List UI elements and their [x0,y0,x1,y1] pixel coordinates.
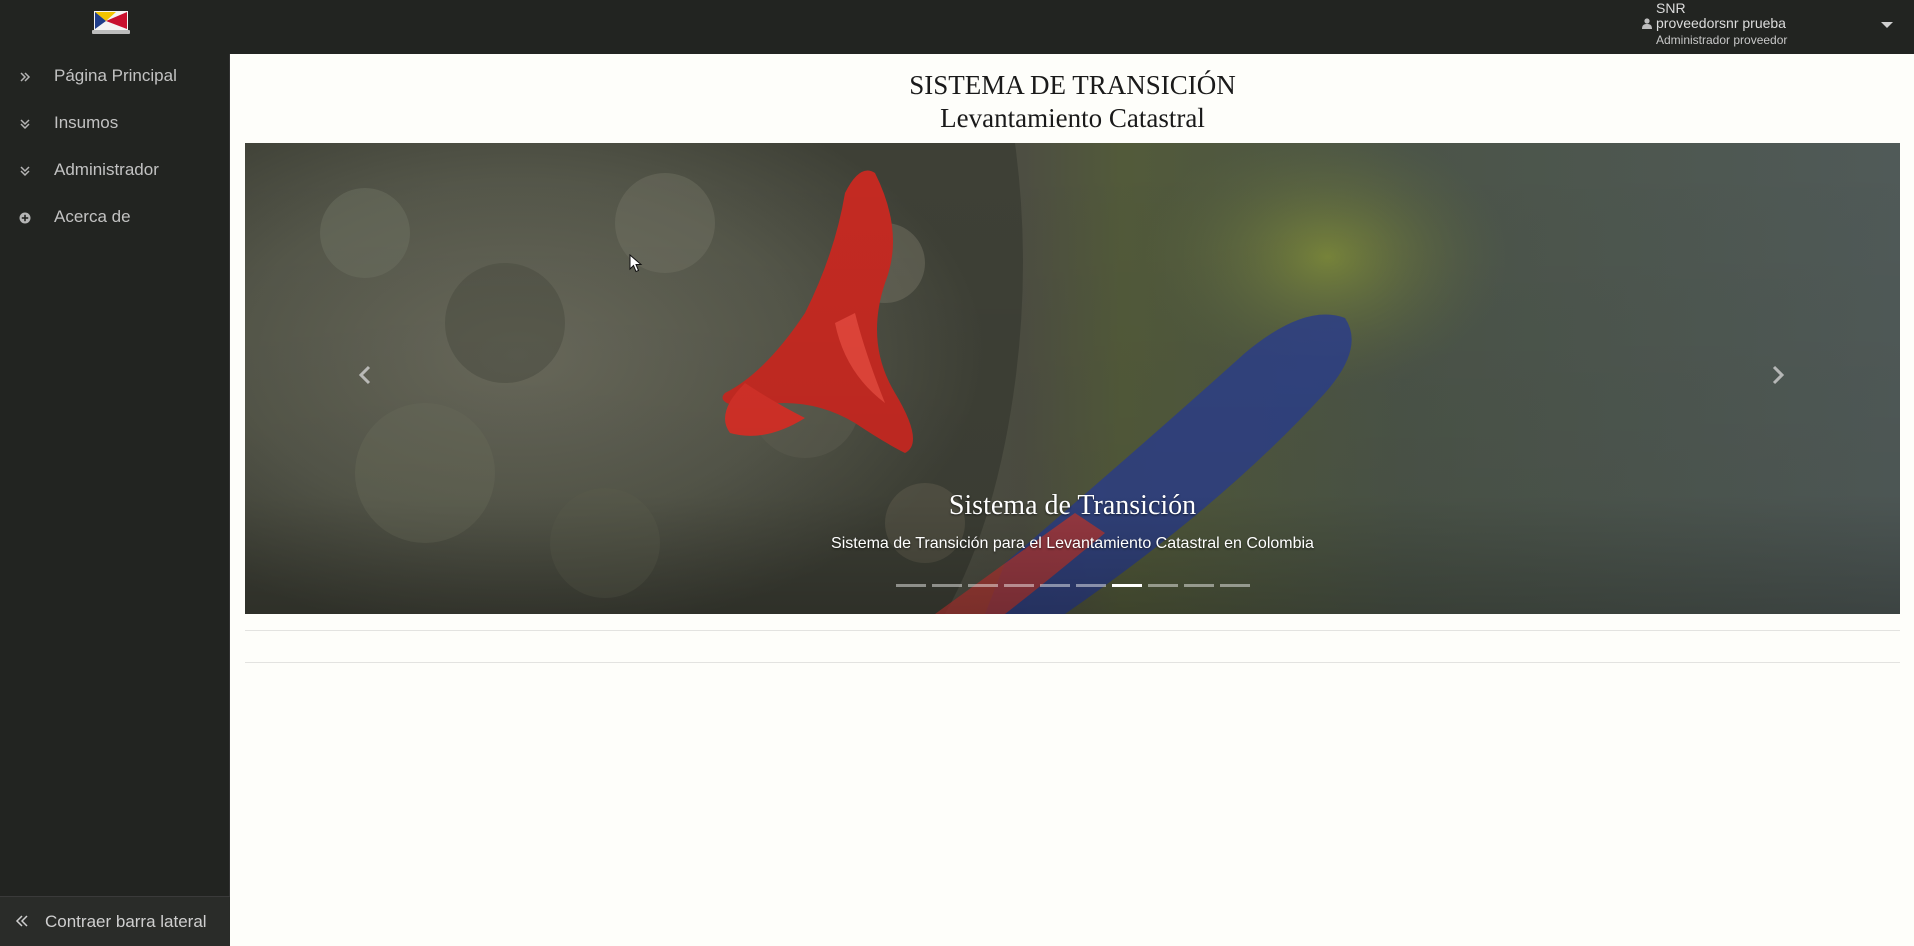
main-content: SISTEMA DE TRANSICIÓN Levantamiento Cata… [231,54,1914,946]
divider [245,630,1900,631]
sidebar: Página Principal Insumos Administrador A… [0,54,230,946]
collapse-sidebar-button[interactable]: Contraer barra lateral [0,896,230,946]
plus-circle-icon [19,212,31,224]
carousel-indicator[interactable] [1076,584,1106,587]
page-subtitle: Levantamiento Catastral [940,103,1205,133]
top-bar: SNR proveedorsnr prueba Administrador pr… [0,0,1914,54]
user-name-row: proveedorsnr prueba [1642,15,1786,31]
double-chevron-left-icon [15,915,28,927]
carousel-indicator[interactable] [1184,584,1214,587]
sidebar-item-label: Insumos [54,113,119,132]
chevron-right-icon[interactable] [1768,363,1788,387]
user-menu[interactable]: SNR proveedorsnr prueba Administrador pr… [1642,0,1902,54]
sidebar-item-insumos[interactable]: Insumos [0,101,230,147]
user-icon [1642,18,1652,29]
mouse-cursor-icon [629,254,643,273]
sidebar-item-acerca-de[interactable]: Acerca de [0,195,230,241]
page-title: SISTEMA DE TRANSICIÓN [909,70,1236,100]
carousel-caption-title: Sistema de Transición [948,490,1197,521]
carousel-indicator[interactable] [968,584,998,587]
user-organization: SNR [1656,0,1686,16]
sidebar-item-label: Acerca de [54,207,131,226]
user-role: Administrador proveedor [1656,33,1788,47]
divider [245,662,1900,663]
chevron-left-icon[interactable] [355,363,375,387]
sidebar-item-label: Administrador [54,160,159,179]
double-chevron-right-icon [20,72,31,82]
double-chevron-down-icon [20,166,30,177]
carousel-indicator[interactable] [1220,584,1250,587]
caret-down-icon[interactable] [1880,20,1894,30]
app-logo-icon[interactable] [92,10,130,36]
carousel-indicator[interactable] [896,584,926,587]
sidebar-item-pagina-principal[interactable]: Página Principal [0,54,230,100]
double-chevron-down-icon [20,119,30,130]
carousel-indicator[interactable] [1004,584,1034,587]
image-carousel[interactable]: Sistema de Transición Sistema de Transic… [245,143,1900,614]
carousel-indicator[interactable] [1040,584,1070,587]
collapse-sidebar-label: Contraer barra lateral [45,912,207,931]
sidebar-item-label: Página Principal [54,66,177,85]
carousel-indicator[interactable] [932,584,962,587]
sidebar-item-administrador[interactable]: Administrador [0,148,230,194]
carousel-caption-text: Sistema de Transición para el Levantamie… [831,535,1314,552]
carousel-indicator[interactable] [1148,584,1178,587]
user-name: proveedorsnr prueba [1656,15,1786,31]
carousel-indicator[interactable] [1112,584,1142,587]
